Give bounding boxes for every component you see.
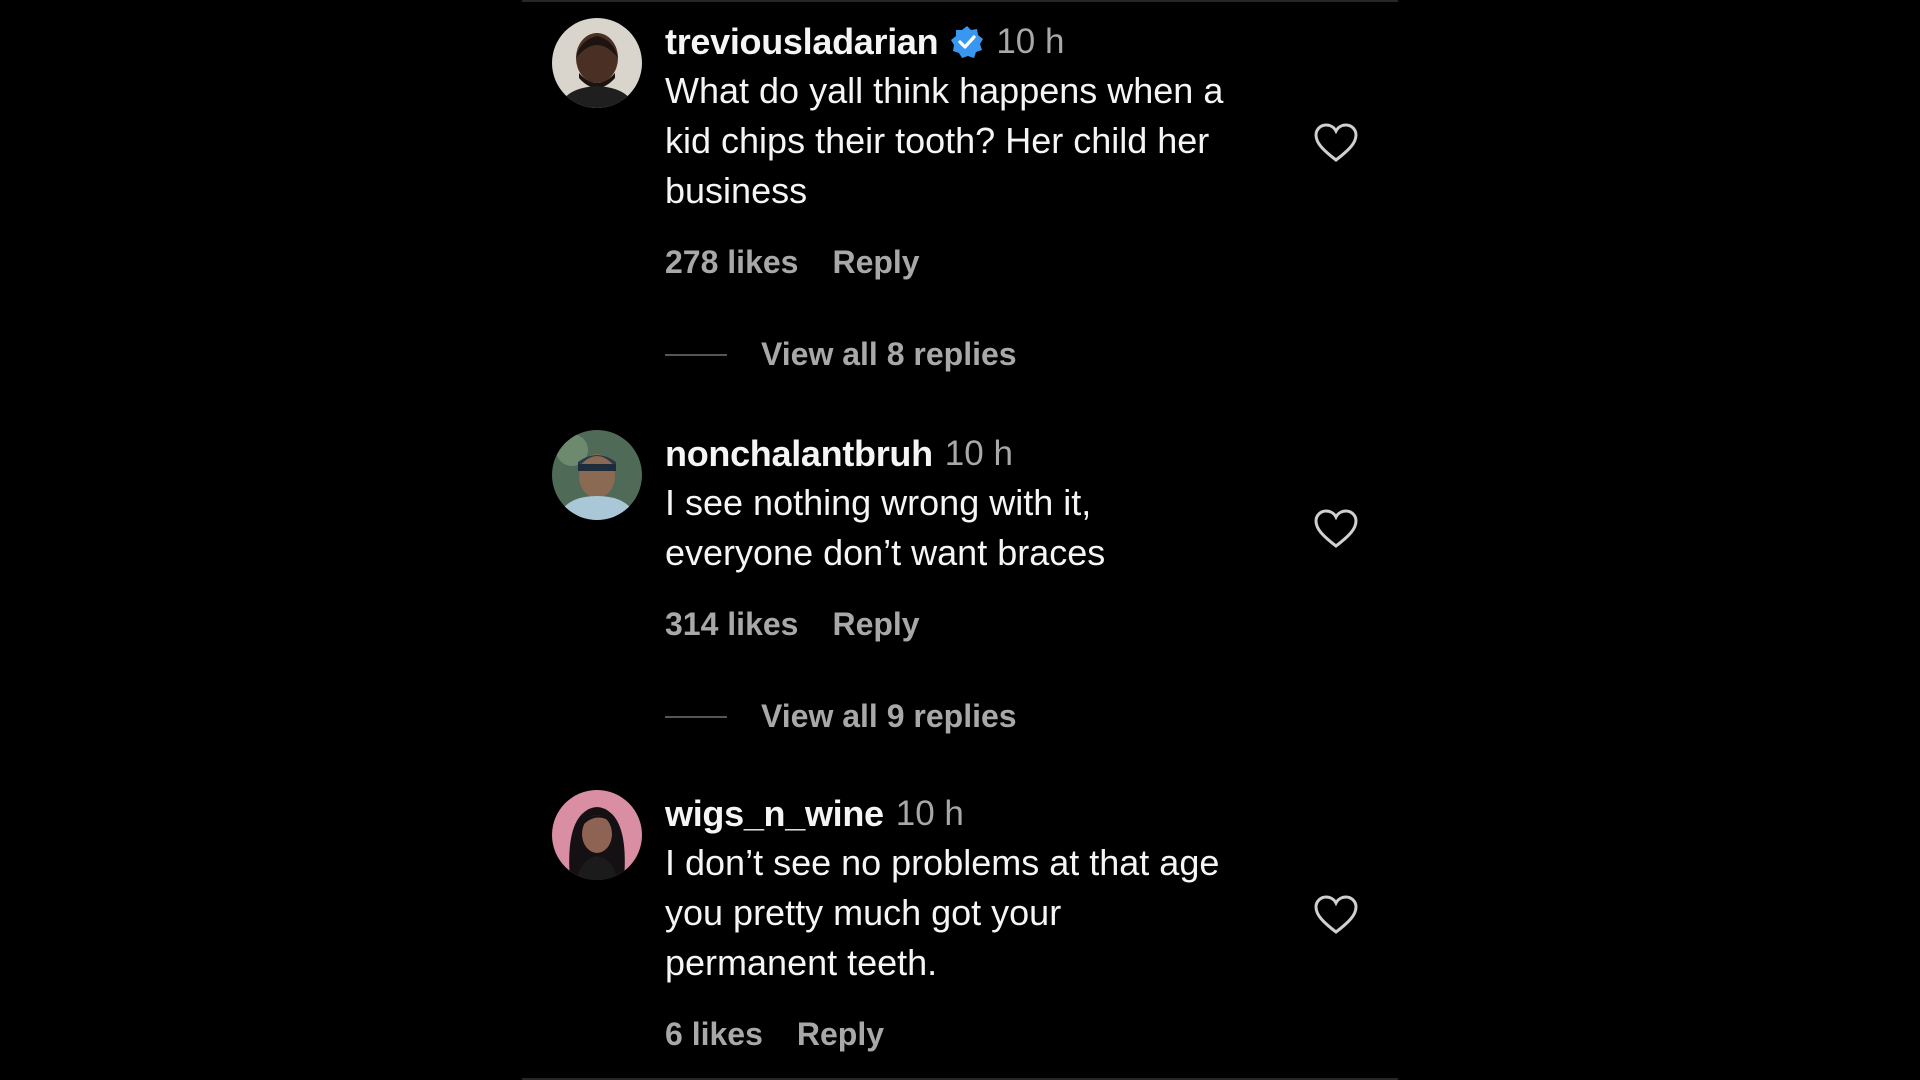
woman-portrait-avatar-icon <box>552 790 642 880</box>
comment-header: nonchalantbruh 10 h <box>665 430 1013 478</box>
comment-header: treviousladarian 10 h <box>665 18 1064 66</box>
man-cap-avatar-icon <box>552 430 642 520</box>
view-replies-button[interactable]: View all 8 replies <box>665 336 1017 373</box>
comment-text: I see nothing wrong with it, everyone do… <box>665 482 1106 573</box>
username[interactable]: wigs_n_wine <box>665 793 884 835</box>
comment-actions: 278 likes Reply <box>665 244 920 281</box>
comment-time: 10 h <box>996 22 1065 61</box>
username[interactable]: treviousladarian <box>665 21 939 63</box>
likes-count[interactable]: 6 likes <box>665 1016 763 1053</box>
comment-actions: 314 likes Reply <box>665 606 920 643</box>
view-replies-button[interactable]: View all 9 replies <box>665 698 1017 735</box>
heart-outline-icon[interactable] <box>1313 122 1359 164</box>
view-replies-label: View all 8 replies <box>761 336 1017 372</box>
comment-actions: 6 likes Reply <box>665 1016 884 1053</box>
comment-time: 10 h <box>944 434 1013 473</box>
avatar[interactable] <box>552 790 642 880</box>
heart-outline-icon[interactable] <box>1313 894 1359 936</box>
verified-badge-icon <box>951 26 984 58</box>
reply-button[interactable]: Reply <box>832 606 919 643</box>
man-portrait-avatar-icon <box>552 18 642 108</box>
replies-divider-line <box>665 353 727 356</box>
avatar[interactable] <box>552 430 642 520</box>
reply-button[interactable]: Reply <box>832 244 919 281</box>
comment-text: I don’t see no problems at that age you … <box>665 842 1220 983</box>
avatar[interactable] <box>552 18 642 108</box>
likes-count[interactable]: 314 likes <box>665 606 798 643</box>
replies-divider-line <box>665 715 727 718</box>
reply-button[interactable]: Reply <box>797 1016 884 1053</box>
view-replies-label: View all 9 replies <box>761 698 1017 734</box>
comments-panel: treviousladarian 10 h What do yall think… <box>522 0 1398 1080</box>
heart-outline-icon[interactable] <box>1313 508 1359 550</box>
comment-text: What do yall think happens when a kid ch… <box>665 70 1224 211</box>
likes-count[interactable]: 278 likes <box>665 244 798 281</box>
username[interactable]: nonchalantbruh <box>665 433 933 475</box>
comment-time: 10 h <box>895 794 964 833</box>
comment-header: wigs_n_wine 10 h <box>665 790 964 838</box>
